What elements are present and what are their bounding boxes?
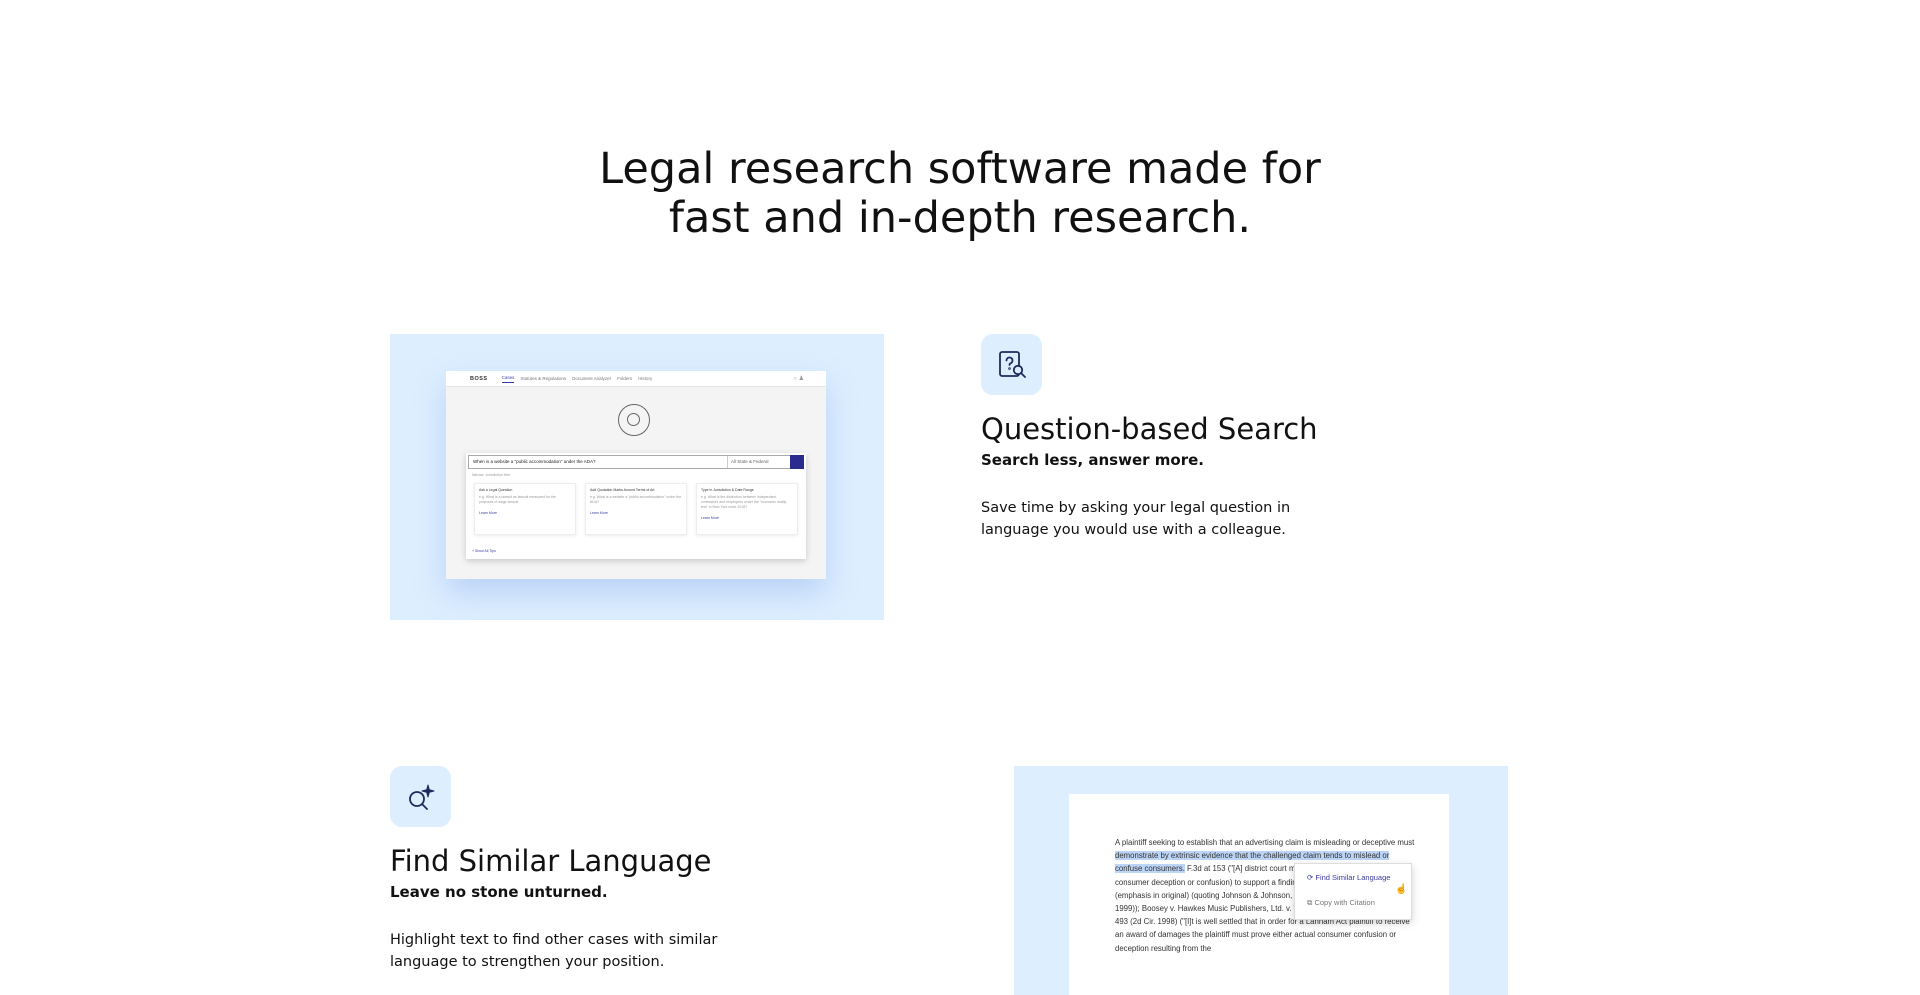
feature-subtitle: Search less, answer more.: [981, 451, 1204, 469]
mock-app-window: BOSS Cases Statutes & Regulations Docume…: [446, 371, 826, 579]
menu-item-label: Find Similar Language: [1315, 873, 1391, 882]
mock-tip-body: e.g. What is the distinction between ind…: [701, 495, 787, 509]
doc-text-before: A plaintiff seeking to establish that an…: [1115, 838, 1415, 847]
feature-description: Save time by asking your legal question …: [981, 500, 1291, 538]
mock-show-tips: + Show All Tips: [472, 549, 496, 553]
feature-description: Highlight text to find other cases with …: [390, 932, 718, 970]
question-search-screenshot: BOSS Cases Statutes & Regulations Docume…: [390, 334, 884, 620]
mock-tip-body: e.g. What is a lawsuit as lawsuit measur…: [479, 495, 556, 504]
mock-tab-statutes: Statutes & Regulations: [520, 376, 567, 381]
mock-tip-title: Type in Jurisdiction & Date Range: [701, 488, 754, 492]
pointer-cursor-icon: ☝: [1395, 884, 1408, 895]
mock-search-button: [790, 455, 804, 469]
mock-tip-card: Ask a Legal Question e.g. What is a laws…: [474, 483, 576, 535]
mock-search-input: When is a website a "public accommodatio…: [468, 455, 804, 469]
question-search-icon: [981, 334, 1042, 395]
sparkle-search-icon: [390, 766, 451, 827]
mock-tip-title: Add Quotation Marks Around Terms of Art: [590, 488, 655, 492]
page-headline: Legal research software made for fast an…: [0, 145, 1920, 243]
feature-title: Question-based Search: [981, 412, 1318, 446]
mock-tip-card: Type in Jurisdiction & Date Range e.g. W…: [696, 483, 798, 535]
mock-tab-folders: Folders: [617, 376, 633, 381]
mock-search-hint: Narrow: Jurisdiction Hint: [472, 473, 510, 477]
mock-search-value: When is a website a "public accommodatio…: [473, 459, 596, 464]
feature-subtitle: Leave no stone unturned.: [390, 883, 608, 901]
headline-line-2: fast and in-depth research.: [668, 193, 1252, 243]
mock-tip-link: Learn More: [701, 516, 719, 520]
mock-user-icon: ○ ♟: [793, 376, 804, 382]
mock-context-menu: ⟳ Find Similar Language ⧉ Copy with Cita…: [1294, 863, 1412, 920]
mock-search-panel: When is a website a "public accommodatio…: [466, 453, 806, 559]
mock-tab-history: History: [638, 376, 653, 381]
mock-tip-link: Learn More: [590, 511, 608, 515]
mock-tab-cases: Cases: [501, 375, 515, 383]
mock-brand-emblem-icon: [618, 404, 650, 436]
mock-document: A plaintiff seeking to establish that an…: [1069, 794, 1449, 995]
mock-jurisdiction-select: All State & Federal: [727, 456, 789, 468]
mock-tab-analyzer: Document Analyzer: [572, 376, 612, 381]
mock-tip-link: Learn More: [479, 511, 497, 515]
find-similar-screenshot: A plaintiff seeking to establish that an…: [1014, 766, 1508, 995]
mock-tip-body: e.g. What is a website a "public accommo…: [590, 495, 682, 504]
menu-item-label: Copy with Citation: [1314, 898, 1375, 907]
feature-title: Find Similar Language: [390, 844, 712, 878]
mock-tip-card: Add Quotation Marks Around Terms of Art …: [585, 483, 687, 535]
menu-item-find-similar: ⟳ Find Similar Language: [1307, 871, 1390, 885]
mock-logo: BOSS: [470, 375, 488, 382]
headline-line-1: Legal research software made for: [599, 144, 1321, 194]
menu-item-copy-citation: ⧉ Copy with Citation: [1307, 896, 1375, 910]
mock-tip-title: Ask a Legal Question: [479, 488, 513, 492]
mock-nav-bar: BOSS Cases Statutes & Regulations Docume…: [446, 371, 826, 387]
